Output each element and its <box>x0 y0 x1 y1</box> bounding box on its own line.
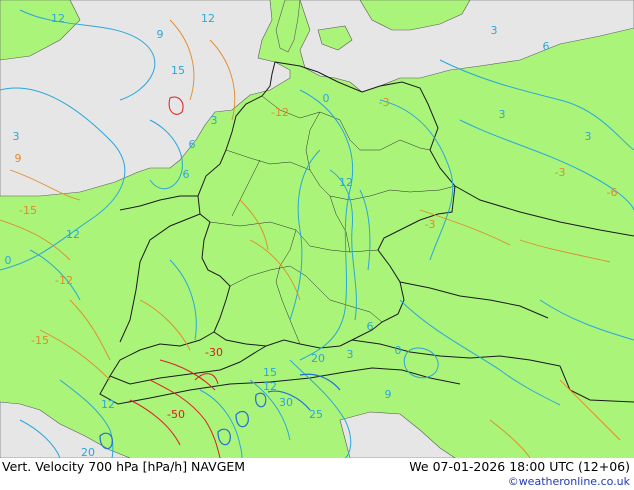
contour-label-layer: 12912153603-120 -39612-15123-12-15-30-502… <box>5 12 618 458</box>
contour-label: 12 <box>66 228 80 241</box>
map-footer: Vert. Velocity 700 hPa [hPa/h] NAVGEM We… <box>0 458 634 490</box>
contour-label: -50 <box>167 408 185 421</box>
contour-label: -3 <box>425 218 436 231</box>
contour-label: -30 <box>205 346 223 359</box>
contour-label: 20 <box>311 352 325 365</box>
contour-label: -3 <box>555 166 566 179</box>
contour-label: -15 <box>19 204 37 217</box>
contour-label: -6 <box>607 186 618 199</box>
contour-label: 12 <box>51 12 65 25</box>
contour-label: 3 <box>499 108 506 121</box>
contour-label: 25 <box>309 408 323 421</box>
contour-label: 3 <box>585 130 592 143</box>
contour-label: 3 <box>211 114 218 127</box>
contour-label: 6 <box>183 168 190 181</box>
contour-label: 0 <box>5 254 12 267</box>
valid-time: We 07-01-2026 18:00 UTC (12+06) <box>409 459 630 474</box>
contour-label: 20 <box>81 446 95 458</box>
contour-label: 12 <box>263 380 277 393</box>
contour-label: 3 <box>491 24 498 37</box>
contour-label: 12 <box>339 176 353 189</box>
contour-label: -15 <box>31 334 49 347</box>
contour-label: 9 <box>15 152 22 165</box>
contour-label: 6 <box>189 138 196 151</box>
contour-label: 30 <box>279 396 293 409</box>
contour-label: -12 <box>55 274 73 287</box>
weather-map: 12 9 12 15 3 6 0 3 -12 0 -3 9 6 12 -15 12 3 -12 -15 -30 -50 2… <box>0 0 634 459</box>
contour-label: 12 <box>101 398 115 411</box>
contour-label: 0 <box>323 92 330 105</box>
map-title: Vert. Velocity 700 hPa [hPa/h] NAVGEM <box>2 459 246 474</box>
contour-label: 9 <box>385 388 392 401</box>
contour-label: 3 <box>13 130 20 143</box>
contour-label: 0 <box>395 344 402 357</box>
contour-label: 9 <box>157 28 164 41</box>
contour-label: 3 <box>347 348 354 361</box>
contour-label: 6 <box>367 320 374 333</box>
credit-link[interactable]: ©weatheronline.co.uk <box>508 475 630 488</box>
contour-label: 12 <box>201 12 215 25</box>
contour-label: -12 <box>271 106 289 119</box>
contour-label: 6 <box>543 40 550 53</box>
contour-label: 15 <box>263 366 277 379</box>
contour-label: -3 <box>379 96 390 109</box>
contour-label: 15 <box>171 64 185 77</box>
